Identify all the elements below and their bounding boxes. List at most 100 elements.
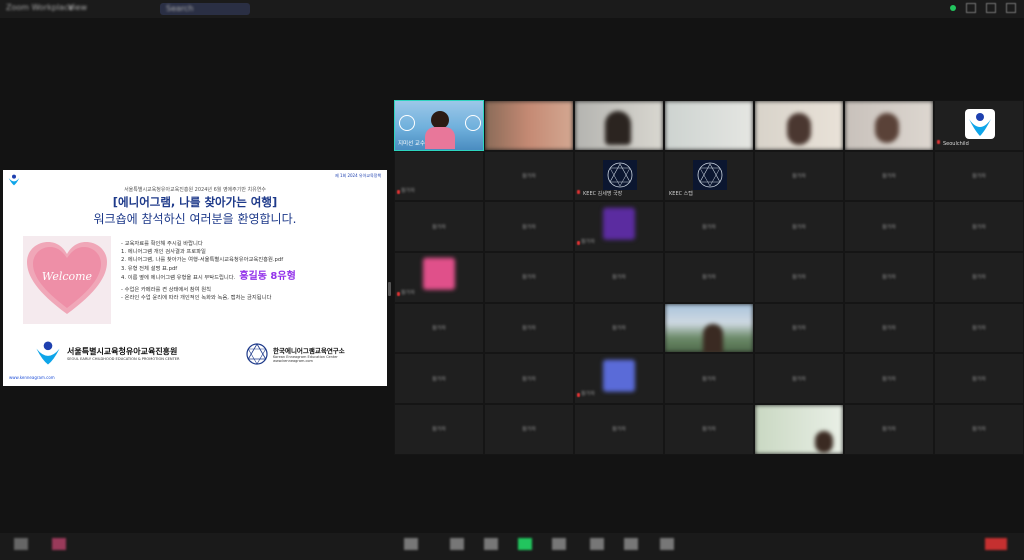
video-icon[interactable]: [52, 538, 66, 550]
participant-tile[interactable]: 참가자: [844, 353, 934, 405]
participant-tile[interactable]: 참가자: [844, 150, 934, 202]
participant-name: 참가자: [432, 224, 446, 231]
person-body: [425, 127, 455, 149]
mic-icon[interactable]: [14, 538, 28, 550]
participant-tile[interactable]: 참가자: [484, 302, 574, 354]
participant-tile-keec1[interactable]: KEEC 김세명 국장: [574, 150, 664, 202]
participant-tile[interactable]: 참가자: [754, 302, 844, 354]
org1-subtitle: SEOUL EARLY CHILDHOOD EDUCATION & PROMOT…: [67, 356, 180, 361]
seoul-education-logo-icon: [36, 341, 60, 365]
bullet-item-with-example: 4. 이름 옆에 에니어그램 유형을 표시 부탁드립니다. 홍길동 8유형: [121, 270, 296, 282]
participant-name: 참가자: [522, 376, 536, 383]
participant-tile[interactable]: 참가자: [394, 252, 484, 303]
participant-tile[interactable]: 참가자: [394, 150, 484, 202]
participant-tile[interactable]: 참가자: [934, 353, 1024, 405]
maximize-icon[interactable]: [986, 3, 996, 13]
participant-name: 참가자: [612, 325, 626, 332]
participant-tile[interactable]: [484, 100, 574, 151]
participant-name: 참가자: [972, 376, 986, 383]
mic-muted-icon: [397, 291, 400, 296]
minimize-icon[interactable]: [966, 3, 976, 13]
logo-overlay-icon: [465, 115, 481, 131]
participant-tile-host[interactable]: 지미선 교수: [394, 100, 484, 151]
participant-name: 지미선 교수: [398, 140, 426, 147]
participant-tile[interactable]: 참가자: [754, 150, 844, 202]
leave-button[interactable]: [985, 538, 1007, 550]
participant-tile[interactable]: 참가자: [664, 201, 754, 253]
participant-tile[interactable]: 참가자: [484, 252, 574, 303]
participant-tile[interactable]: 참가자: [754, 201, 844, 253]
participant-tile[interactable]: 참가자: [484, 353, 574, 405]
participant-tile[interactable]: [754, 100, 844, 151]
org2-logo: 한국에니어그램교육연구소 Korean Enneagram Education …: [245, 342, 345, 366]
participant-tile[interactable]: [754, 404, 844, 455]
participant-name: 참가자: [702, 224, 716, 231]
participant-tile[interactable]: 참가자: [844, 302, 934, 354]
chat-icon[interactable]: [450, 538, 464, 550]
slide-url[interactable]: www.kenneagram.com: [9, 375, 55, 380]
participant-tile[interactable]: 참가자: [574, 252, 664, 303]
participant-tile[interactable]: 참가자: [934, 201, 1024, 253]
enneagram-logo-icon: [246, 343, 268, 365]
participant-tile[interactable]: 참가자: [574, 404, 664, 455]
app-title: Zoom Workplace: [6, 3, 74, 12]
participant-name: 참가자: [972, 173, 986, 180]
participant-name: 참가자: [522, 224, 536, 231]
participant-tile[interactable]: 참가자: [574, 353, 664, 405]
participant-tile-keec2[interactable]: KEEC 스텝: [664, 150, 754, 202]
participant-tile[interactable]: 참가자: [484, 201, 574, 253]
participant-tile[interactable]: 참가자: [394, 353, 484, 405]
participant-tile[interactable]: 참가자: [934, 404, 1024, 455]
participant-tile[interactable]: 참가자: [844, 404, 934, 455]
react-icon[interactable]: [484, 538, 498, 550]
share-screen-icon[interactable]: [518, 538, 532, 550]
participant-name: 참가자: [432, 325, 446, 332]
meeting-toolbar: [0, 533, 1024, 560]
participant-name: 참가자: [432, 376, 446, 383]
participant-name: 참가자: [882, 325, 896, 332]
participant-tile-seoulchild[interactable]: Seoulchild: [934, 100, 1024, 151]
slide-subtitle: 서울특별시교육청유아교육진흥원 2024년 6월 영에주기반 치유연수: [124, 187, 266, 193]
participant-tile[interactable]: 참가자: [754, 353, 844, 405]
splitter-handle[interactable]: [388, 282, 391, 296]
apps-icon[interactable]: [590, 538, 604, 550]
view-menu[interactable]: View: [68, 3, 87, 12]
search-box[interactable]: Search: [160, 3, 250, 15]
logo-overlay-icon: [399, 115, 415, 131]
participant-tile[interactable]: 참가자: [574, 302, 664, 354]
participant-tile[interactable]: 참가자: [934, 302, 1024, 354]
search-placeholder: Search: [166, 4, 194, 13]
participant-tile[interactable]: 참가자: [754, 252, 844, 303]
participant-tile[interactable]: 참가자: [664, 353, 754, 405]
shared-screen[interactable]: 제 1회 2024 유아교육정책 서울특별시교육청유아교육진흥원 2024년 6…: [3, 170, 387, 386]
participant-tile[interactable]: [844, 100, 934, 151]
close-icon[interactable]: [1006, 3, 1016, 13]
title-bar: Zoom Workplace View Search: [0, 0, 1024, 18]
participant-tile[interactable]: [664, 100, 754, 151]
record-icon[interactable]: [552, 538, 566, 550]
participant-tile[interactable]: 참가자: [664, 252, 754, 303]
participant-tile[interactable]: 참가자: [664, 404, 754, 455]
participant-tile[interactable]: 참가자: [844, 201, 934, 253]
participant-avatar: [603, 207, 635, 240]
example-suffix: 유형: [277, 270, 296, 282]
participant-tile[interactable]: [574, 100, 664, 151]
participant-tile[interactable]: 참가자: [844, 252, 934, 303]
participant-tile[interactable]: 참가자: [394, 201, 484, 253]
person-silhouette: [815, 431, 833, 454]
participant-tile[interactable]: 참가자: [394, 302, 484, 354]
participant-tile[interactable]: 참가자: [484, 404, 574, 455]
participant-video: [485, 101, 573, 150]
more-icon[interactable]: [624, 538, 638, 550]
participant-name: 참가자: [522, 325, 536, 332]
participant-tile[interactable]: 참가자: [574, 201, 664, 253]
participant-tile[interactable]: 참가자: [394, 404, 484, 455]
participants-icon[interactable]: [404, 538, 418, 550]
participant-tile[interactable]: 참가자: [934, 252, 1024, 303]
participant-name: 참가자: [401, 188, 415, 195]
participant-name: 참가자: [882, 173, 896, 180]
participant-tile[interactable]: [664, 302, 754, 354]
participant-tile[interactable]: 참가자: [484, 150, 574, 202]
participant-tile[interactable]: 참가자: [934, 150, 1024, 202]
settings-icon[interactable]: [660, 538, 674, 550]
